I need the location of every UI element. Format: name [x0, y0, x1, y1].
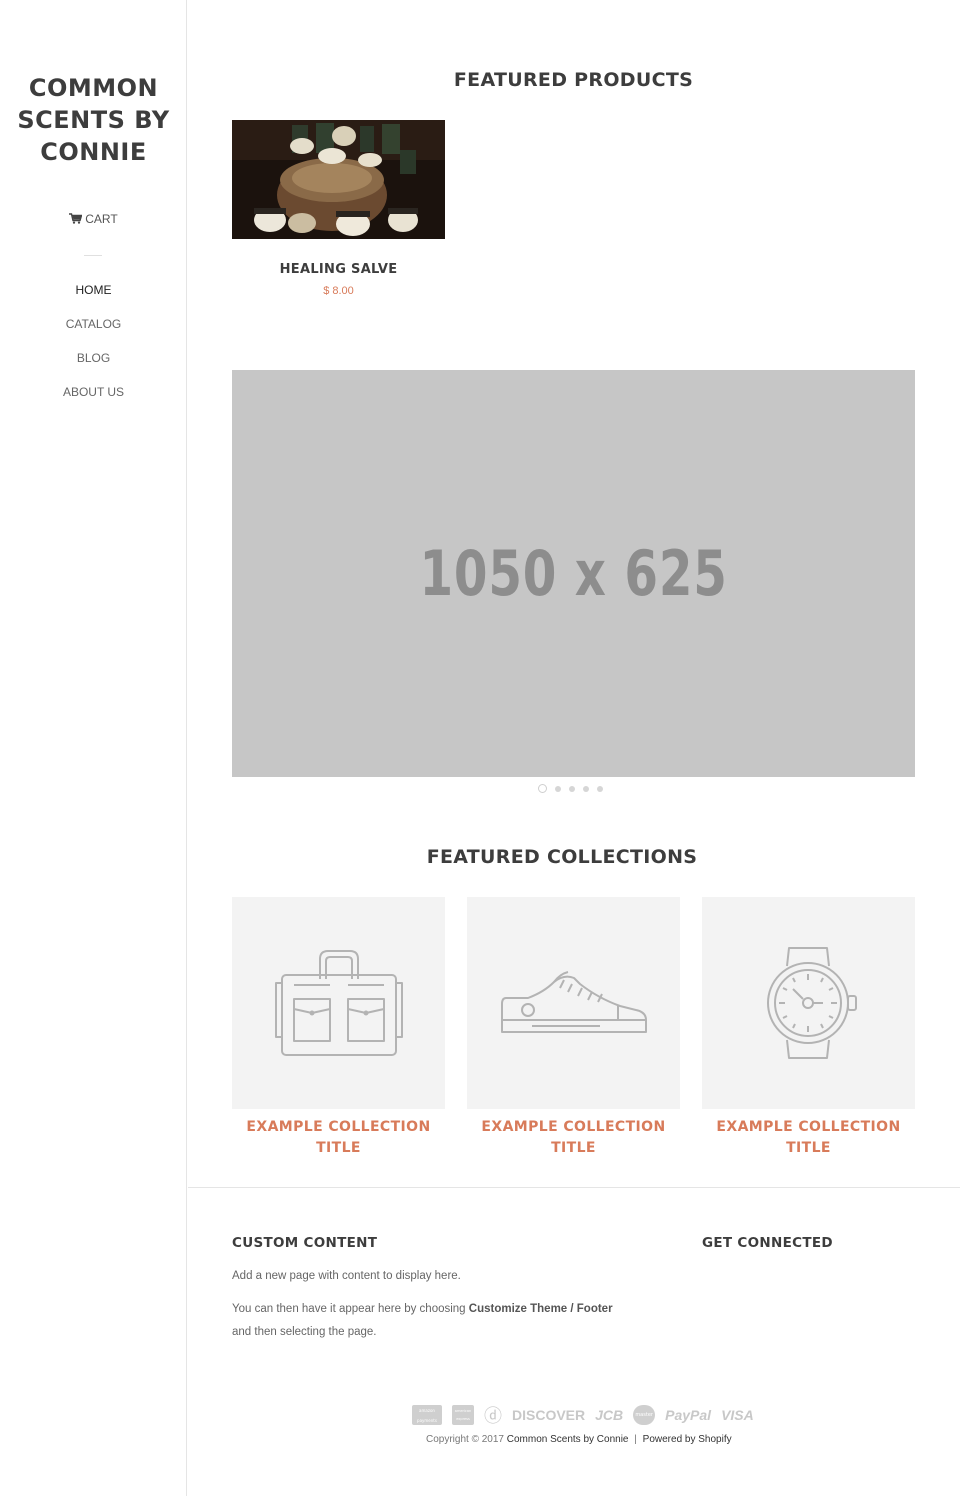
slide-dot[interactable] — [569, 785, 575, 792]
get-connected-title: GET CONNECTED — [702, 1235, 833, 1251]
collection-card[interactable]: EXAMPLE COLLECTION TITLE — [232, 897, 445, 1159]
paypal-icon: PayPal — [665, 1407, 712, 1423]
logo-line-3: CONNIE — [40, 138, 147, 166]
custom-content-line-1: Add a new page with content to display h… — [232, 1270, 461, 1282]
collection-image — [467, 897, 680, 1109]
copyright: Copyright © 2017 Common Scents by Connie… — [426, 1434, 732, 1445]
cart-label: CART — [85, 212, 118, 226]
salve-jars-photo — [232, 120, 445, 239]
store-link[interactable]: Common Scents by Connie — [507, 1434, 629, 1445]
copyright-separator: | — [634, 1434, 637, 1445]
payment-icons: amazon payments american express ⓓ DISCO… — [412, 1402, 754, 1428]
customize-theme-path: Customize Theme / Footer — [468, 1303, 613, 1315]
store-logo[interactable]: COMMON SCENTS BY CONNIE — [0, 72, 187, 168]
footer-divider — [188, 1187, 960, 1188]
cart-icon — [69, 213, 83, 224]
diners-club-icon: ⓓ — [484, 1406, 502, 1426]
product-price: $ 8.00 — [323, 285, 354, 297]
nav-item-about-us[interactable]: ABOUT US — [0, 382, 187, 416]
jcb-icon: JCB — [595, 1407, 624, 1423]
sidebar-divider — [84, 255, 102, 256]
copyright-text: Copyright © 2017 — [426, 1434, 507, 1445]
logo-line-2: SCENTS BY — [17, 106, 170, 134]
slide-placeholder-text: 1050 x 625 — [419, 537, 728, 610]
sidebar-nav: HOME CATALOG BLOG ABOUT US — [0, 280, 187, 416]
featured-collections-title: FEATURED COLLECTIONS — [426, 846, 698, 868]
powered-by-shopify-link[interactable]: Powered by Shopify — [643, 1434, 732, 1445]
collection-image — [702, 897, 915, 1109]
nav-item-home[interactable]: HOME — [0, 280, 187, 314]
nav-item-catalog[interactable]: CATALOG — [0, 314, 187, 348]
custom-content-text: You can then have it appear here by choo… — [232, 1303, 469, 1315]
collection-title-line-1: EXAMPLE COLLECTION — [716, 1119, 901, 1135]
cart-link[interactable]: CART — [0, 212, 187, 226]
collection-card[interactable]: EXAMPLE COLLECTION TITLE — [702, 897, 915, 1159]
collection-title-line-2: TITLE — [786, 1140, 831, 1156]
logo-line-1: COMMON — [28, 74, 159, 102]
featured-products-title: FEATURED PRODUCTS — [453, 69, 694, 91]
collection-title-line-2: TITLE — [316, 1140, 361, 1156]
amazon-payments-icon: amazon payments — [412, 1405, 442, 1425]
slideshow[interactable]: 1050 x 625 — [232, 370, 915, 777]
shoe-icon — [500, 971, 647, 1033]
slideshow-dots — [538, 784, 603, 793]
slide-dot[interactable] — [597, 785, 603, 792]
product-image[interactable] — [232, 120, 445, 239]
collection-title-line-1: EXAMPLE COLLECTION — [481, 1119, 666, 1135]
sidebar: COMMON SCENTS BY CONNIE CART HOME CATALO… — [0, 0, 187, 1496]
discover-icon: DISCOVER — [512, 1407, 586, 1423]
master-icon: master — [633, 1405, 656, 1425]
custom-content-title: CUSTOM CONTENT — [232, 1235, 378, 1251]
collection-title-line-1: EXAMPLE COLLECTION — [246, 1119, 431, 1135]
watch-icon — [766, 947, 857, 1059]
collection-title-line-2: TITLE — [551, 1140, 596, 1156]
product-name[interactable]: HEALING SALVE — [232, 262, 445, 277]
slide-dot[interactable] — [583, 785, 589, 792]
slide-dot[interactable] — [555, 785, 561, 792]
bag-icon — [274, 950, 403, 1056]
slide-dot[interactable] — [538, 784, 547, 793]
american-express-icon: american express — [452, 1405, 474, 1425]
nav-item-blog[interactable]: BLOG — [0, 348, 187, 382]
collection-card[interactable]: EXAMPLE COLLECTION TITLE — [467, 897, 680, 1159]
custom-content-line-2: You can then have it appear here by choo… — [232, 1298, 613, 1321]
custom-content-line-3: and then selecting the page. — [232, 1326, 377, 1338]
visa-icon: VISA — [721, 1407, 754, 1423]
collection-image — [232, 897, 445, 1109]
